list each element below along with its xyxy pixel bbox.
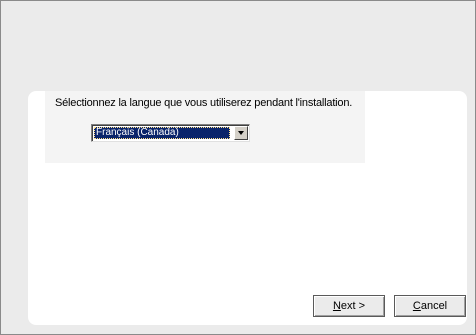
dropdown-arrow-button[interactable]: [234, 126, 248, 140]
next-label: ext >: [340, 300, 366, 312]
chevron-down-icon: [238, 131, 244, 135]
cancel-label: ancel: [420, 300, 448, 312]
language-instruction-text: Sélectionnez la langue que vous utiliser…: [55, 97, 353, 109]
cancel-button[interactable]: Cancel: [394, 295, 466, 317]
language-select-value[interactable]: Français (Canada): [94, 127, 230, 139]
cancel-access-key: C: [412, 300, 421, 312]
next-access-key: N: [332, 300, 341, 312]
language-select[interactable]: Français (Canada): [91, 124, 250, 142]
next-button[interactable]: Next >: [313, 295, 385, 317]
